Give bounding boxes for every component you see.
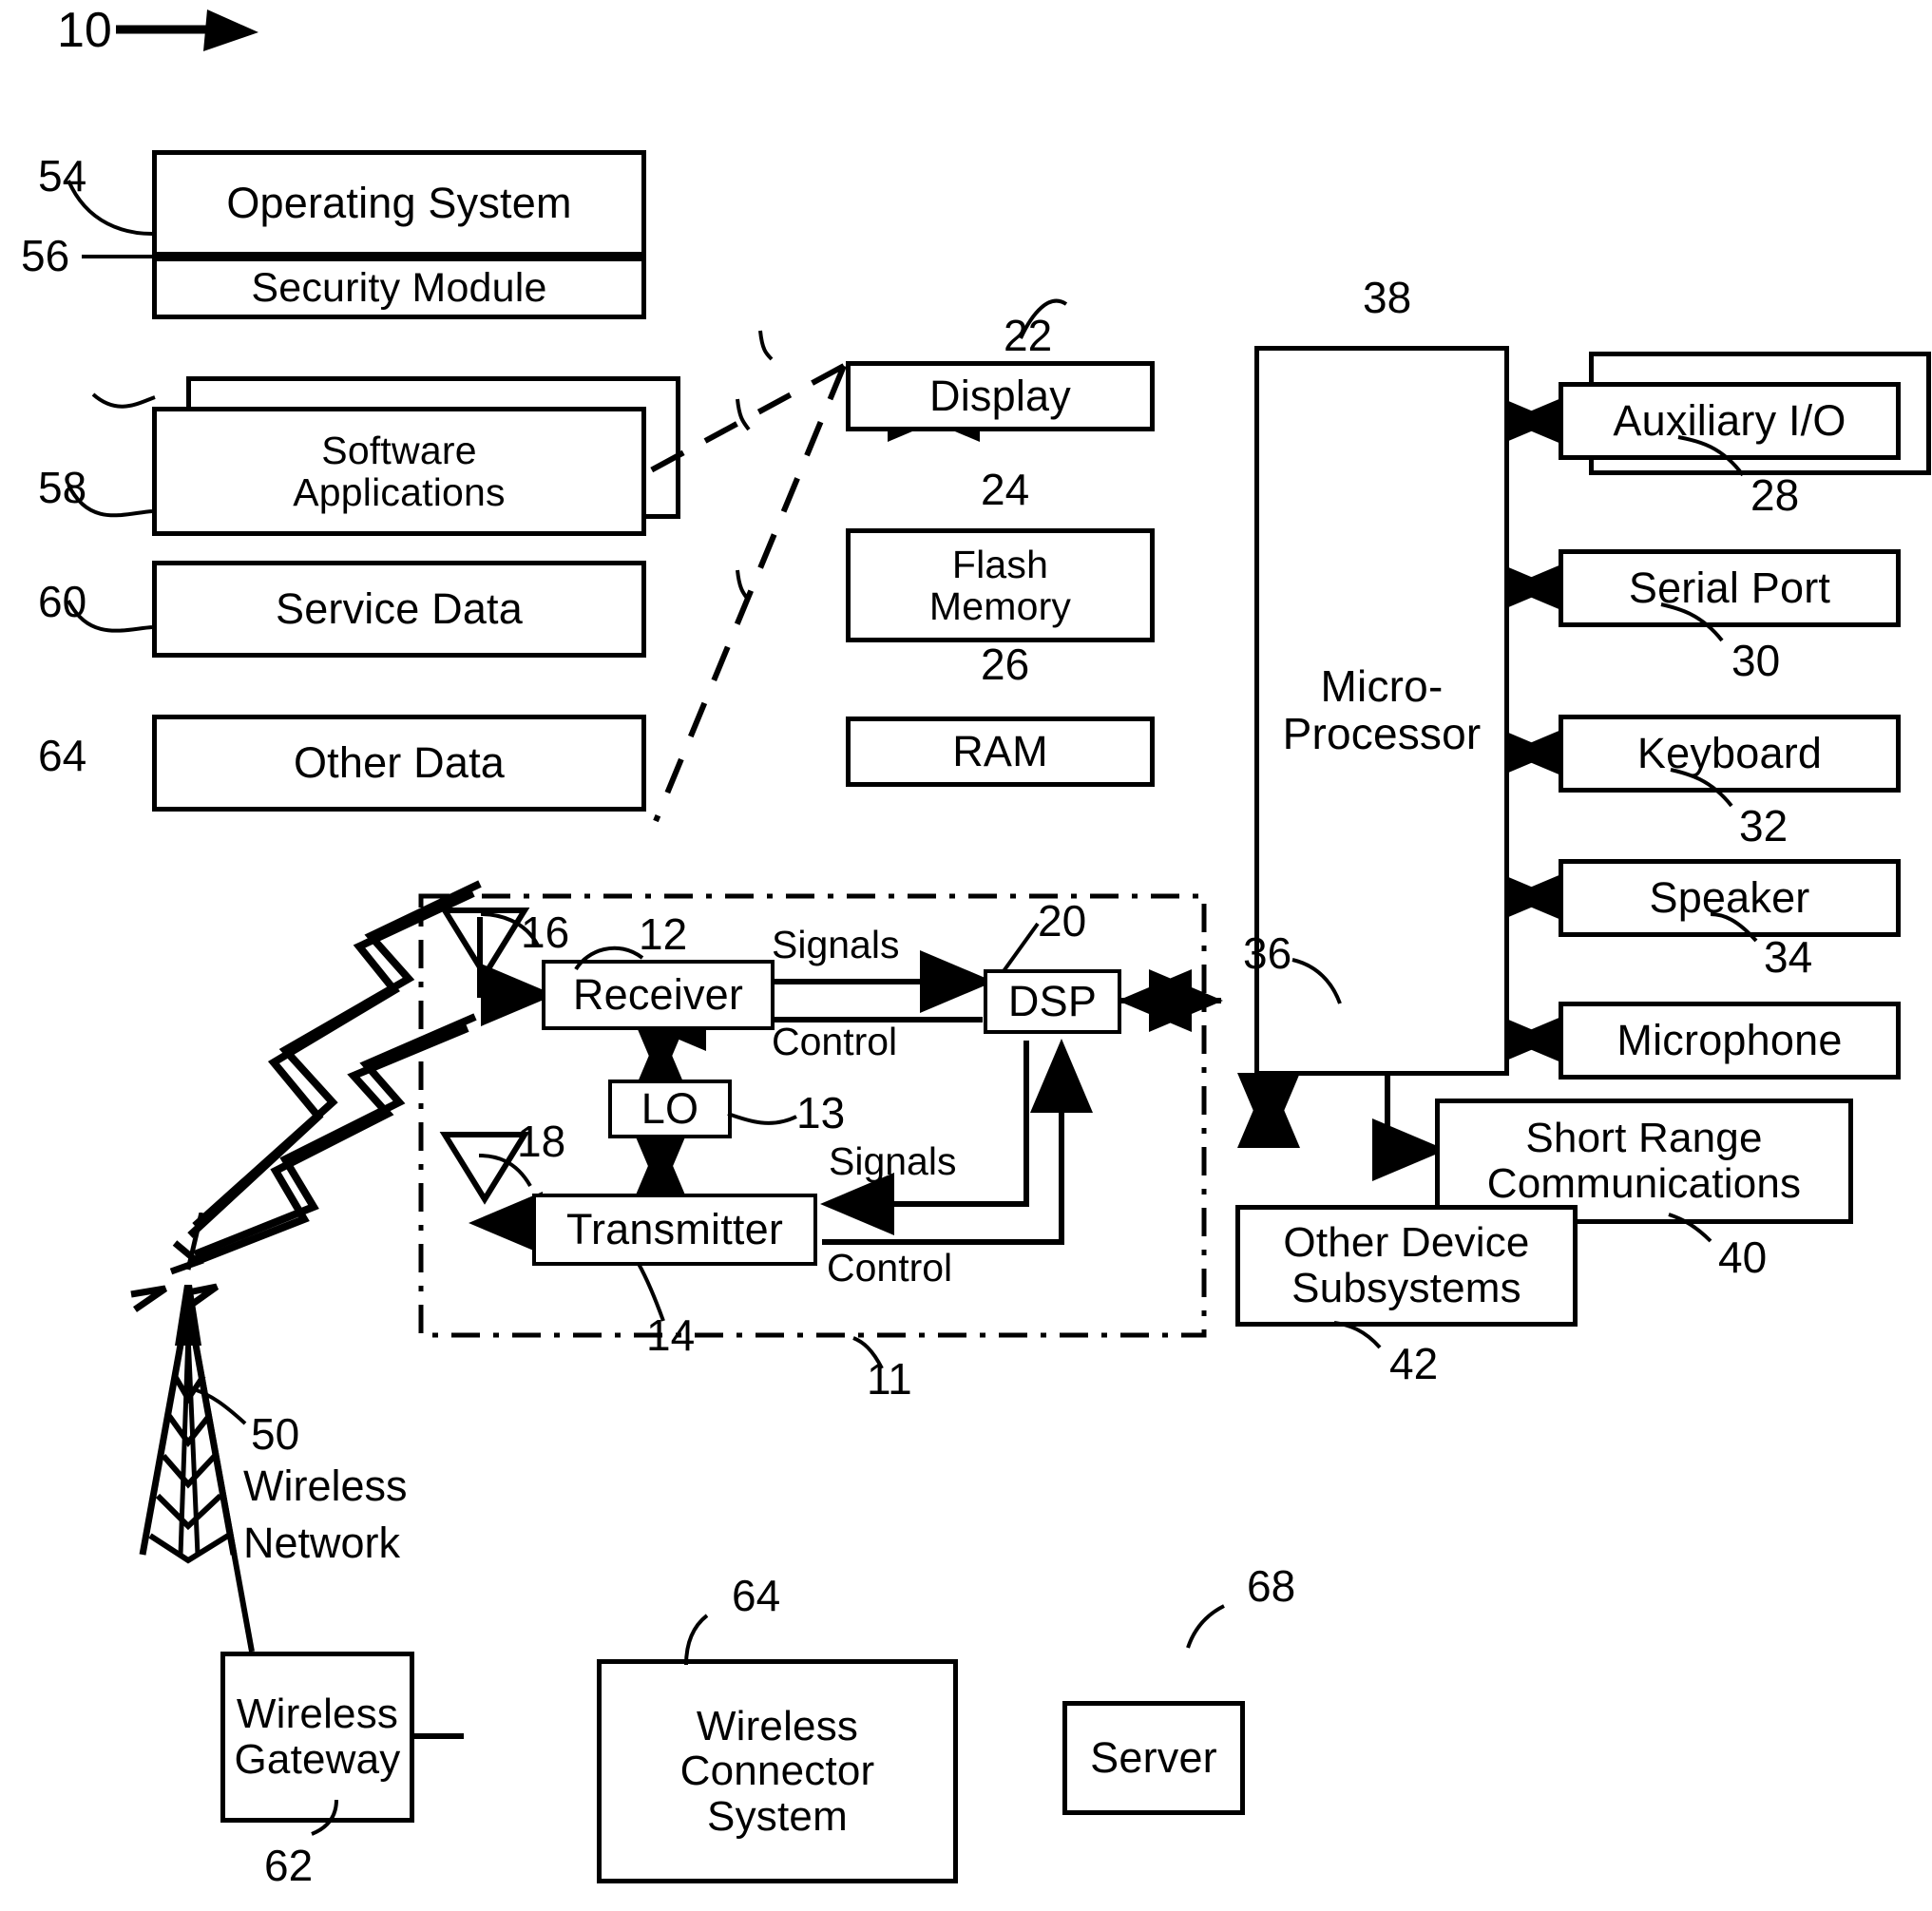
numeral-22: 22 <box>1004 311 1053 360</box>
numeral-28: 28 <box>1750 470 1800 520</box>
numeral-12: 12 <box>639 909 688 959</box>
wireless-connector-system-line-2: Connector <box>679 1748 875 1795</box>
block-service-data[interactable]: Service Data <box>152 561 646 658</box>
numeral-62: 62 <box>264 1841 314 1890</box>
block-wireless-connector-system[interactable]: Wireless Connector System <box>597 1659 958 1883</box>
wireless-connector-system-line-3: System <box>707 1792 848 1840</box>
numeral-26: 26 <box>981 640 1030 689</box>
software-applications-line-1: Software <box>321 428 477 472</box>
block-wireless-gateway[interactable]: Wireless Gateway <box>220 1652 414 1823</box>
numeral-20: 20 <box>1038 896 1087 946</box>
label-wireless-network-line-1: Wireless <box>243 1462 408 1510</box>
block-other-data[interactable]: Other Data <box>152 715 646 812</box>
short-range-communications-line-2: Communications <box>1486 1160 1802 1207</box>
numeral-13: 13 <box>796 1088 846 1137</box>
numeral-14: 14 <box>646 1310 696 1360</box>
block-serial-port[interactable]: Serial Port <box>1559 549 1901 627</box>
block-other-device-subsystems[interactable]: Other Device Subsystems <box>1235 1205 1578 1327</box>
wireless-gateway-line-2: Gateway <box>234 1736 401 1783</box>
label-signals-top: Signals <box>772 923 900 966</box>
numeral-64-other-data: 64 <box>38 731 87 780</box>
short-range-communications-line-1: Short Range <box>1525 1115 1763 1162</box>
wireless-network-tower-icon <box>122 1212 293 1569</box>
numeral-60: 60 <box>38 577 87 626</box>
numeral-18: 18 <box>517 1117 566 1166</box>
numeral-24: 24 <box>981 465 1030 514</box>
numeral-42: 42 <box>1389 1339 1439 1388</box>
block-auxiliary-io[interactable]: Auxiliary I/O <box>1559 382 1901 460</box>
other-device-subsystems-line-1: Other Device <box>1283 1219 1530 1267</box>
patent-figure-canvas: 10 Operating System Security Module Soft… <box>0 0 1932 1911</box>
block-lo[interactable]: LO <box>608 1080 732 1138</box>
block-software-applications[interactable]: Software Applications <box>152 407 646 536</box>
wireless-connector-system-line-1: Wireless <box>696 1702 859 1749</box>
numeral-64-connector: 64 <box>732 1571 781 1620</box>
block-microprocessor[interactable]: Micro- Processor <box>1254 346 1509 1076</box>
numeral-40: 40 <box>1718 1233 1768 1282</box>
numeral-54: 54 <box>38 151 87 201</box>
numeral-50: 50 <box>251 1409 300 1459</box>
block-transmitter[interactable]: Transmitter <box>532 1194 817 1266</box>
numeral-16: 16 <box>521 908 570 957</box>
flash-memory-line-1: Flash <box>951 542 1049 586</box>
numeral-30: 30 <box>1731 636 1781 685</box>
figure-arrow-icon <box>116 10 258 51</box>
block-keyboard[interactable]: Keyboard <box>1559 715 1901 793</box>
numeral-58: 58 <box>38 463 87 512</box>
block-operating-system[interactable]: Operating System <box>152 150 646 257</box>
figure-numeral: 10 <box>57 3 112 58</box>
block-receiver[interactable]: Receiver <box>542 960 775 1030</box>
software-applications-line-2: Applications <box>293 470 506 514</box>
block-security-module[interactable]: Security Module <box>152 257 646 319</box>
numeral-34: 34 <box>1764 932 1813 982</box>
label-control-bottom: Control <box>827 1246 953 1290</box>
label-wireless-network-line-2: Network <box>243 1519 401 1567</box>
numeral-36: 36 <box>1243 928 1292 978</box>
microprocessor-line-1: Micro- <box>1320 661 1444 712</box>
label-signals-bottom: Signals <box>829 1139 957 1183</box>
block-display[interactable]: Display <box>846 361 1155 431</box>
other-device-subsystems-line-2: Subsystems <box>1291 1265 1521 1311</box>
receive-antenna-icon <box>437 905 532 995</box>
numeral-68: 68 <box>1247 1561 1296 1611</box>
numeral-38: 38 <box>1363 273 1412 322</box>
numeral-56: 56 <box>21 231 70 280</box>
block-microphone[interactable]: Microphone <box>1559 1002 1901 1080</box>
numeral-32: 32 <box>1739 801 1789 850</box>
block-flash-memory[interactable]: Flash Memory <box>846 528 1155 642</box>
wireless-gateway-line-1: Wireless <box>236 1691 399 1738</box>
flash-memory-line-2: Memory <box>928 584 1072 628</box>
microprocessor-line-2: Processor <box>1282 709 1482 758</box>
block-speaker[interactable]: Speaker <box>1559 859 1901 937</box>
label-control-top: Control <box>772 1020 898 1063</box>
block-dsp[interactable]: DSP <box>984 969 1121 1034</box>
numeral-11: 11 <box>867 1354 912 1404</box>
block-ram[interactable]: RAM <box>846 717 1155 787</box>
block-server[interactable]: Server <box>1062 1701 1245 1815</box>
